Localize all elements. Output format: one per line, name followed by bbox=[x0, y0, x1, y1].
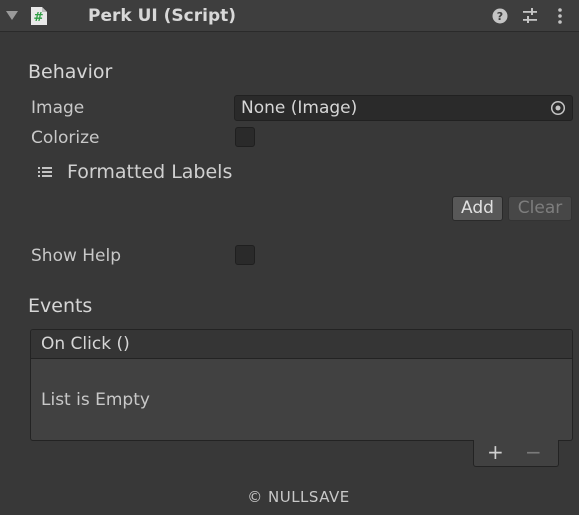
add-event-button[interactable]: + bbox=[487, 441, 504, 463]
script-icon: # bbox=[31, 7, 47, 25]
colorize-checkbox[interactable] bbox=[235, 127, 255, 147]
svg-text:?: ? bbox=[497, 10, 503, 23]
colorize-label: Colorize bbox=[31, 128, 100, 148]
list-icon bbox=[38, 167, 52, 177]
image-field-value: None (Image) bbox=[241, 98, 358, 118]
image-label: Image bbox=[31, 98, 85, 118]
empty-list-message: List is Empty bbox=[41, 390, 150, 410]
on-click-event-header: On Click () bbox=[31, 330, 572, 359]
svg-text:#: # bbox=[33, 10, 43, 24]
object-picker-icon[interactable] bbox=[550, 100, 566, 116]
component-title: Perk UI (Script) bbox=[88, 6, 237, 26]
more-menu-icon[interactable] bbox=[550, 6, 570, 26]
on-click-event-list: On Click () List is Empty bbox=[30, 329, 573, 441]
help-icon[interactable]: ? bbox=[490, 6, 510, 26]
remove-event-button[interactable]: − bbox=[525, 441, 542, 463]
behavior-section-title: Behavior bbox=[28, 61, 113, 83]
formatted-labels-list-label[interactable]: Formatted Labels bbox=[67, 161, 232, 183]
show-help-checkbox[interactable] bbox=[235, 245, 255, 265]
copyright-text: © NULLSAVE bbox=[247, 488, 350, 506]
events-section-title: Events bbox=[28, 295, 93, 317]
add-button[interactable]: Add bbox=[452, 196, 503, 221]
presets-icon[interactable] bbox=[520, 6, 540, 26]
component-header: # Perk UI (Script) ? bbox=[0, 0, 579, 32]
image-object-field[interactable]: None (Image) bbox=[234, 95, 573, 121]
clear-button[interactable]: Clear bbox=[508, 196, 572, 221]
foldout-arrow-icon[interactable] bbox=[6, 11, 18, 20]
list-add-remove-footer: + − bbox=[473, 440, 559, 467]
on-click-event-title: On Click () bbox=[41, 334, 130, 354]
show-help-label: Show Help bbox=[31, 246, 122, 266]
